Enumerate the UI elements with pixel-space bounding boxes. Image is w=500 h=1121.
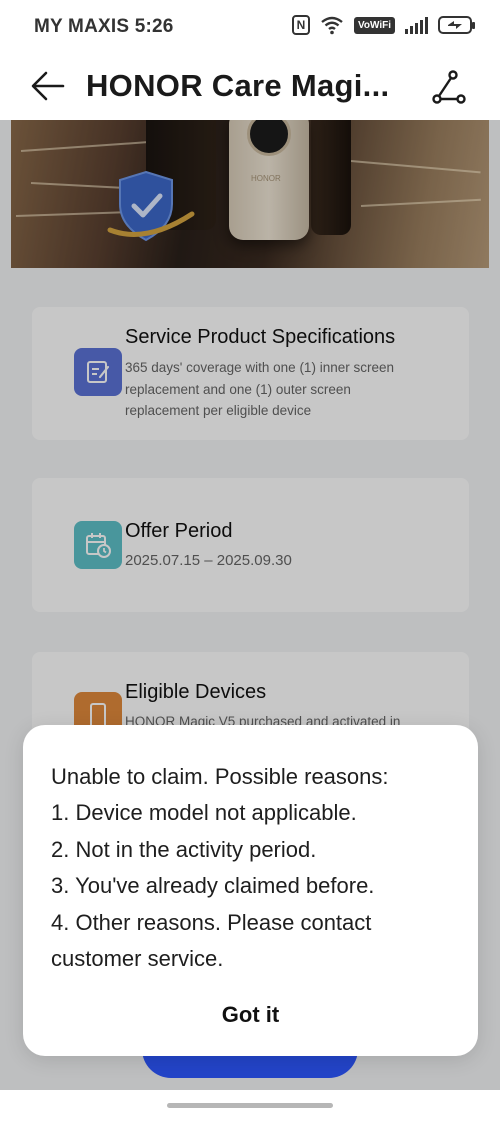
dialog-message: Unable to claim. Possible reasons: 1. De…: [51, 759, 451, 977]
status-icons: N VoWiFi: [291, 15, 475, 35]
status-bar: MY MAXIS 5:26 N VoWiFi: [0, 0, 500, 54]
back-arrow-icon[interactable]: [28, 66, 68, 106]
gesture-area: [0, 1090, 500, 1121]
share-icon[interactable]: [428, 66, 470, 108]
dialog-message-line: 2. Not in the activity period.: [51, 836, 317, 862]
status-carrier-time: MY MAXIS 5:26: [34, 16, 174, 38]
dialog-message-line: customer service.: [51, 946, 224, 972]
home-indicator[interactable]: [167, 1103, 333, 1108]
signal-icon: [405, 16, 428, 34]
dialog-message-line: 4. Other reasons. Please contact: [51, 909, 372, 935]
nav-bar: HONOR Care Magi...: [0, 54, 500, 120]
dialog-message-line: 1. Device model not applicable.: [51, 800, 357, 826]
vowifi-badge: VoWiFi: [353, 16, 395, 34]
claim-error-dialog: Unable to claim. Possible reasons: 1. De…: [23, 725, 478, 1056]
wifi-icon: [321, 16, 343, 35]
nfc-icon: N: [291, 15, 310, 35]
battery-charging-icon: [438, 16, 475, 34]
carrier-name: MY MAXIS: [34, 16, 130, 37]
got-it-button[interactable]: Got it: [23, 995, 478, 1035]
dialog-message-line: Unable to claim. Possible reasons:: [51, 764, 389, 789]
clock: 5:26: [134, 16, 174, 37]
page-title: HONOR Care Magi...: [86, 68, 390, 103]
dialog-message-line: 3. You've already claimed before.: [51, 873, 375, 899]
